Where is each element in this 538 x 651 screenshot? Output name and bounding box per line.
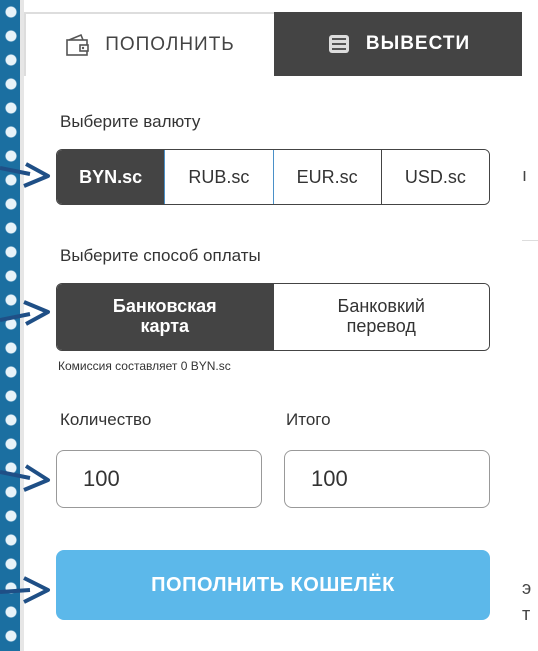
tab-deposit-label: ПОПОЛНИТЬ xyxy=(105,34,235,55)
payment-section-label: Выберите способ оплаты xyxy=(60,246,261,265)
amount-label: Количество xyxy=(60,410,152,429)
tab-bar: ПОПОЛНИТЬ ВЫВЕСТИ xyxy=(24,12,522,76)
wallet-icon xyxy=(65,33,91,57)
payment-option-transfer[interactable]: Банковкий перевод xyxy=(272,284,489,350)
payment-option-transfer-line2: перевод xyxy=(346,316,416,336)
tab-deposit[interactable]: ПОПОЛНИТЬ xyxy=(24,12,274,76)
divider xyxy=(520,240,538,241)
topup-wallet-button[interactable]: ПОПОЛНИТЬ КОШЕЛЁК xyxy=(56,550,490,620)
currency-selector: BYN.sc RUB.sc EUR.sc USD.sc xyxy=(56,149,490,205)
currency-option-eur[interactable]: EUR.sc xyxy=(272,150,381,204)
payment-method-selector: Банковская карта Банковкий перевод xyxy=(56,283,490,351)
payment-option-card[interactable]: Банковская карта xyxy=(57,284,273,350)
payment-option-transfer-line1: Банковкий xyxy=(337,296,425,317)
background-glyph: т xyxy=(522,604,531,624)
arrow-pointer-icon xyxy=(0,300,50,326)
payment-option-card-line2: карта xyxy=(140,316,190,336)
tab-withdraw-label: ВЫВЕСТИ xyxy=(365,33,471,54)
commission-note: Комиссия составляет 0 BYN.sc xyxy=(58,359,231,373)
amount-input[interactable] xyxy=(56,450,262,508)
cash-icon xyxy=(326,32,352,56)
total-input[interactable] xyxy=(284,450,490,508)
payment-option-card-line1: Банковская xyxy=(112,296,217,317)
background-page-edge: ı э т xyxy=(520,0,538,651)
tab-withdraw[interactable]: ВЫВЕСТИ xyxy=(274,12,522,76)
arrow-pointer-icon xyxy=(0,464,50,492)
arrow-pointer-icon xyxy=(0,576,50,604)
currency-option-rub[interactable]: RUB.sc xyxy=(164,150,273,204)
arrow-pointer-icon xyxy=(0,162,50,188)
currency-option-usd[interactable]: USD.sc xyxy=(380,150,489,204)
total-label: Итого xyxy=(286,410,331,429)
background-glyph: ı xyxy=(522,165,528,185)
currency-option-byn[interactable]: BYN.sc xyxy=(57,150,165,204)
currency-section-label: Выберите валюту xyxy=(60,112,201,131)
background-glyph: э xyxy=(522,578,532,598)
